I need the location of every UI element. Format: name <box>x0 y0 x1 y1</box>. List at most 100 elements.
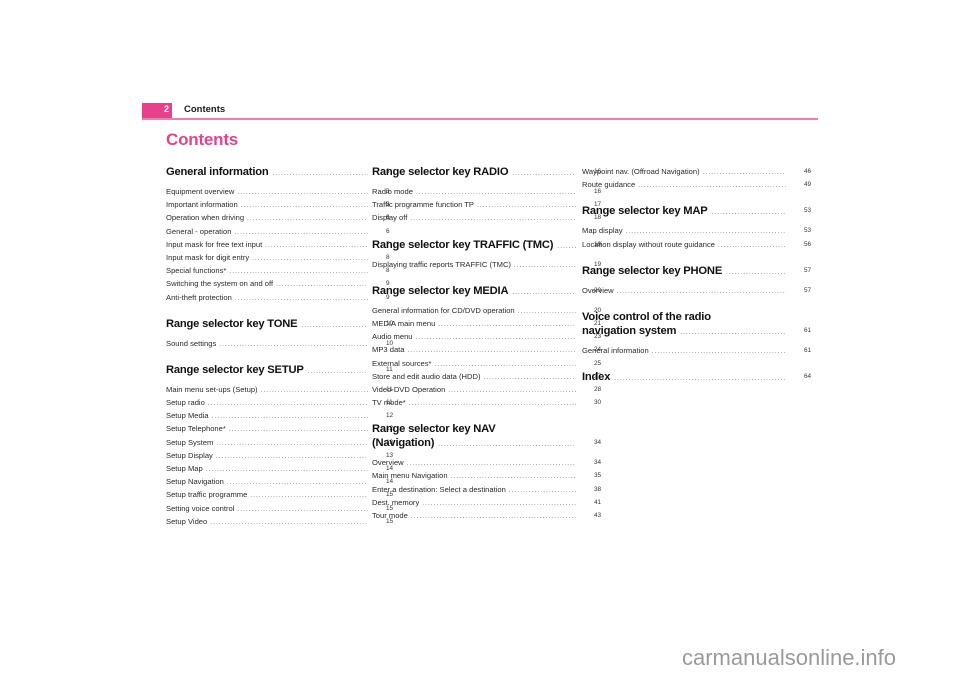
toc-section-heading[interactable]: Range selector key PHONE 57 <box>582 264 811 280</box>
entry-page-number: 34 <box>594 459 602 467</box>
toc-entry[interactable]: Important information3 <box>166 198 390 211</box>
toc-entry[interactable]: Traffic programme function TP17 <box>372 198 601 211</box>
toc-entry[interactable]: Overview 34 <box>372 456 601 469</box>
entry-title: Setup Map <box>166 464 203 473</box>
toc-entry[interactable]: General information for CD/DVD operation… <box>372 304 601 317</box>
entry-title: Store and edit audio data (HDD) <box>372 371 481 381</box>
toc-entry[interactable]: Operation when driving6 <box>166 211 390 224</box>
toc-entry[interactable]: Main menu set-ups (Setup)11 <box>166 383 393 396</box>
entry-title: Setup radio <box>166 398 205 408</box>
toc-entry[interactable]: Setup Display13 <box>166 449 393 462</box>
entry-title: Traffic programme function TP <box>372 200 474 210</box>
dot-leader <box>718 240 786 253</box>
toc-entry[interactable]: Setup radio11 <box>166 396 393 409</box>
toc-entry[interactable]: Setting voice control15 <box>166 502 393 515</box>
toc-entry[interactable]: Map display 53 <box>582 224 811 237</box>
entry-page-number: 53 <box>804 227 812 235</box>
toc-entry[interactable]: Special functions*8 <box>166 264 390 277</box>
toc-section-heading[interactable]: Range selector key MAP 53 <box>582 204 811 220</box>
toc-section-heading[interactable]: navigation system 61 <box>582 324 811 340</box>
section-title: navigation system <box>582 324 677 337</box>
entry-title: General information for CD/DVD operation <box>372 305 515 315</box>
entry-title: Input mask for free text input <box>166 239 263 249</box>
toc-entry[interactable]: MEDIA main menu21 <box>372 317 601 330</box>
entry-page-number: 38 <box>594 485 602 493</box>
toc-section-heading-line[interactable]: Voice control of the radio <box>582 310 786 324</box>
entry-title: Setup traffic programme <box>166 490 248 500</box>
dot-leader <box>410 213 576 226</box>
section-title: Range selector key TRAFFIC (TMC) <box>372 238 554 251</box>
toc-section-heading[interactable]: Range selector key SETUP11 <box>166 363 393 379</box>
toc-entry[interactable]: Dest. memory 41 <box>372 496 601 509</box>
toc-entry[interactable]: Waypoint nav. (Offroad Navigation) 46 <box>582 165 811 178</box>
entry-title: Anti-theft protection <box>166 292 232 302</box>
section-title: Index <box>582 371 611 384</box>
entry-page-number: 46 <box>804 168 812 175</box>
section-title-line1: Voice control of the radio <box>582 310 711 323</box>
entry-title: Video-DVD Operation <box>372 384 446 394</box>
entry-title: Operation when driving <box>166 213 245 223</box>
toc-section-heading[interactable]: Index 64 <box>582 370 811 386</box>
toc-entry[interactable]: Location display without route guidance 5… <box>582 238 811 253</box>
dot-leader <box>617 286 786 299</box>
toc-section-heading[interactable]: Range selector key TONE10 <box>166 317 393 333</box>
section-title: Range selector key SETUP <box>166 363 304 376</box>
toc-entry[interactable]: External sources*25 <box>372 357 601 370</box>
entry-title: Setting voice control <box>166 503 235 513</box>
toc-entry[interactable]: Setup Media12 <box>166 409 393 422</box>
toc-section-heading[interactable]: (Navigation) 34 <box>372 436 601 452</box>
toc-entry[interactable]: Route guidance 49 <box>582 178 811 193</box>
toc-entry[interactable]: Enter a destination: Select a destinatio… <box>372 483 601 496</box>
toc-entry[interactable]: Display off18 <box>372 211 601 226</box>
toc-entry[interactable]: Audio menu23 <box>372 330 601 343</box>
entry-title: External sources* <box>372 358 432 368</box>
toc-entry[interactable]: Input mask for free text input7 <box>166 238 390 251</box>
toc-entry[interactable]: Equipment overview3 <box>166 185 390 198</box>
toc-entry[interactable]: Main menu Navigation 35 <box>372 469 601 482</box>
toc-section-heading-line[interactable]: Range selector key NAV <box>372 422 576 436</box>
toc-entry[interactable]: MP3 data24 <box>372 343 601 356</box>
entry-title: Sound settings <box>166 338 217 348</box>
entry-page-number: 49 <box>804 181 812 189</box>
entry-title: Main menu set-ups (Setup) <box>166 384 258 394</box>
toc-entry[interactable]: General - operation6 <box>166 225 390 238</box>
running-header-title: Contents <box>184 104 226 115</box>
entry-title: Overview <box>372 458 404 468</box>
toc-entry[interactable]: Overview 57 <box>582 284 811 299</box>
toc-entry[interactable]: Setup Map14 <box>166 462 393 475</box>
toc-entry[interactable]: General information 61 <box>582 344 811 357</box>
toc-entry[interactable]: Setup Navigation14 <box>166 475 393 488</box>
entry-title: Map display <box>582 226 623 236</box>
toc-entry[interactable]: Setup traffic programme15 <box>166 488 393 501</box>
toc-entry[interactable]: Radio mode16 <box>372 185 601 198</box>
toc-entry[interactable]: Anti-theft protection9 <box>166 291 390 304</box>
toc-entry[interactable]: Tour mode 43 <box>372 509 601 522</box>
toc-entry[interactable]: Setup System13 <box>166 436 393 449</box>
dot-leader <box>438 438 576 452</box>
toc-entry[interactable]: Setup Telephone*12 <box>166 422 393 435</box>
toc-section-heading[interactable]: Range selector key TRAFFIC (TMC)19 <box>372 238 601 254</box>
toc-entry[interactable]: Displaying traffic reports TRAFFIC (TMC)… <box>372 258 601 271</box>
dot-leader <box>301 319 368 333</box>
toc-entry[interactable]: Sound settings10 <box>166 337 393 350</box>
dot-leader <box>726 266 786 280</box>
toc-entry[interactable]: Input mask for digit entry8 <box>166 251 390 264</box>
toc-section-heading[interactable]: Range selector key MEDIA20 <box>372 284 601 300</box>
entry-page-number: 57 <box>804 286 812 294</box>
section-page-number: 61 <box>804 326 812 334</box>
entry-title: Dest. memory <box>372 497 420 507</box>
entry-title: Location display without route guidance <box>582 239 715 249</box>
toc-section-heading[interactable]: General information3 <box>166 165 390 181</box>
toc-entry[interactable]: Video-DVD Operation28 <box>372 383 601 396</box>
dot-leader <box>712 206 786 220</box>
dot-leader <box>273 167 369 181</box>
toc-entry[interactable]: Setup Video15 <box>166 515 393 528</box>
dot-leader <box>638 180 786 193</box>
entry-title: Switching the system on and off <box>166 279 274 289</box>
toc-entry[interactable]: TV mode* 30 <box>372 396 601 409</box>
toc-entry[interactable]: Store and edit audio data (HDD)27 <box>372 370 601 383</box>
toc-entry[interactable]: Switching the system on and off9 <box>166 277 390 290</box>
dot-leader <box>680 326 786 340</box>
entry-title: Setup Video <box>166 516 208 526</box>
toc-section-heading[interactable]: Range selector key RADIO16 <box>372 165 601 181</box>
